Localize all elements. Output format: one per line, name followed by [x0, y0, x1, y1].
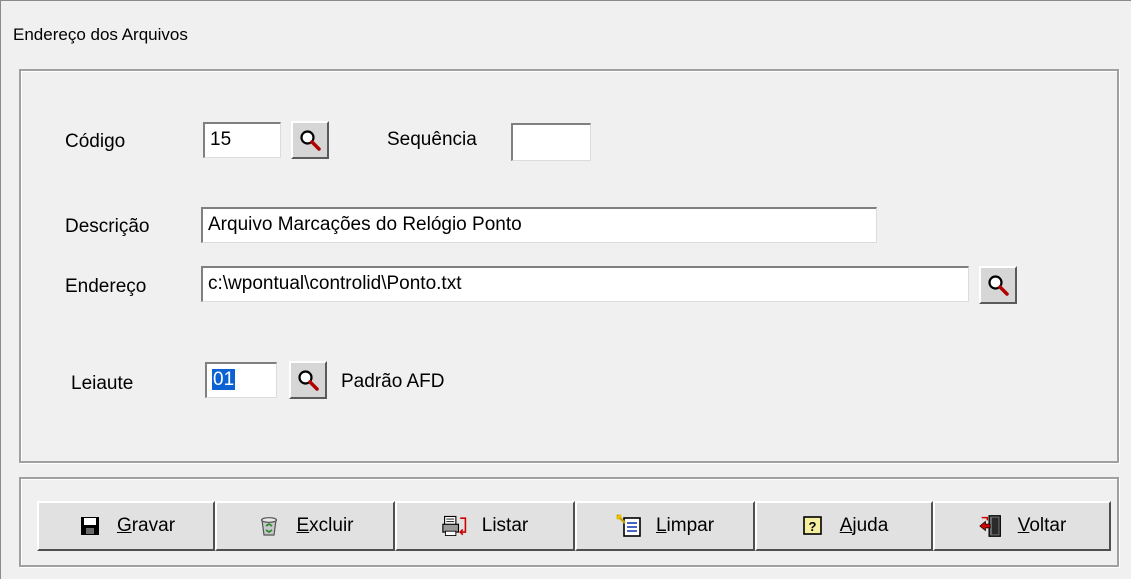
descricao-input[interactable]: Arquivo Marcações do Relógio Ponto — [201, 207, 877, 243]
voltar-label: Voltar — [1017, 515, 1067, 536]
ajuda-label: Ajuda — [839, 515, 889, 536]
codigo-label: Código — [65, 131, 126, 152]
leiaute-label: Leiaute — [71, 373, 134, 394]
codigo-search-button[interactable] — [291, 121, 329, 159]
action-toolbar: Gravar Excluir Listar Limpar ? Ajuda Vol… — [19, 477, 1119, 567]
listar-label: Listar — [481, 515, 529, 536]
listar-button[interactable]: Listar — [395, 501, 575, 551]
help-icon: ? — [800, 513, 826, 539]
limpar-label: Limpar — [655, 515, 715, 536]
excluir-button[interactable]: Excluir — [215, 501, 395, 551]
ajuda-button[interactable]: ? Ajuda — [755, 501, 933, 551]
window-title: Endereço dos Arquivos — [13, 25, 188, 44]
magnifier-icon — [300, 130, 321, 151]
sequencia-input[interactable] — [511, 123, 591, 161]
recycle-bin-icon — [256, 513, 282, 539]
svg-text:?: ? — [808, 519, 816, 534]
voltar-button[interactable]: Voltar — [933, 501, 1111, 551]
leiaute-search-button[interactable] — [289, 361, 327, 399]
magnifier-icon — [298, 370, 319, 391]
descricao-label: Descrição — [65, 216, 150, 237]
codigo-input[interactable]: 15 — [203, 122, 281, 158]
limpar-button[interactable]: Limpar — [575, 501, 755, 551]
leiaute-description: Padrão AFD — [341, 371, 445, 392]
form-panel: Código 15 Sequência Descrição Arquivo Ma… — [19, 69, 1119, 463]
printer-icon — [442, 513, 468, 539]
leiaute-selected-text: 01 — [212, 369, 236, 390]
leiaute-input[interactable]: 01 — [205, 362, 277, 398]
floppy-disk-icon — [77, 513, 103, 539]
clear-document-icon — [615, 513, 642, 539]
excluir-label: Excluir — [296, 515, 354, 536]
endereco-label: Endereço — [65, 276, 147, 297]
magnifier-icon — [988, 275, 1009, 296]
endereco-input[interactable]: c:\wpontual\controlid\Ponto.txt — [201, 266, 969, 302]
gravar-button[interactable]: Gravar — [37, 501, 215, 551]
sequencia-label: Sequência — [387, 129, 477, 150]
exit-door-icon — [978, 513, 1004, 539]
dialog-window: Endereço dos Arquivos Código 15 Sequênci… — [0, 0, 1131, 579]
endereco-browse-button[interactable] — [979, 266, 1017, 304]
gravar-label: Gravar — [116, 515, 176, 536]
